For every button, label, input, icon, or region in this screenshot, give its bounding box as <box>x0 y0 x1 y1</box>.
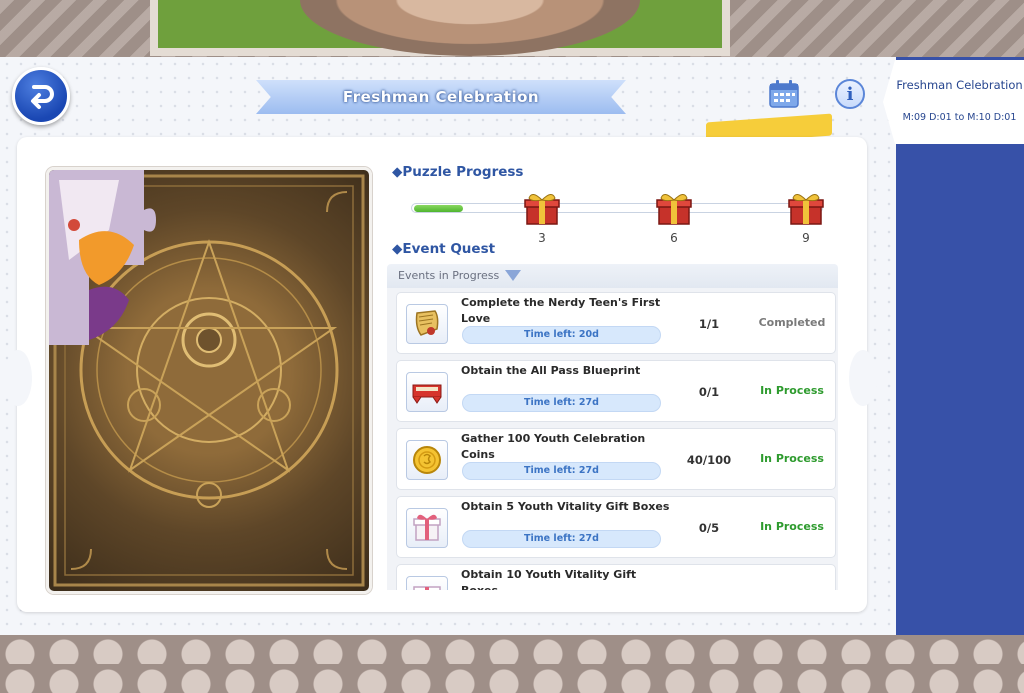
quest-name: Obtain the All Pass Blueprint <box>461 364 641 377</box>
quest-name: Gather 100 Youth Celebration Coins <box>461 432 646 461</box>
gold-coin-icon <box>406 440 448 480</box>
puzzle-progress-label: Puzzle Progress <box>402 164 524 180</box>
page-title: Freshman Celebration <box>342 88 540 106</box>
puzzle-progress-fill <box>414 205 463 212</box>
milestone-reward-1[interactable] <box>523 192 561 226</box>
quest-status: In Process <box>760 520 824 533</box>
diamond-bullet-icon: ◆ <box>392 241 403 257</box>
milestone-reward-2[interactable] <box>655 192 693 226</box>
sidebar-event-tab[interactable]: Freshman Celebration M:09 D:01 to M:10 D… <box>883 60 1024 144</box>
milestone-reward-3[interactable] <box>787 192 825 226</box>
quest-status: In Process <box>760 384 824 397</box>
milestone-label-2: 6 <box>670 231 678 245</box>
info-icon: i <box>846 83 854 105</box>
quest-row[interactable]: Obtain the All Pass Blueprint Time left:… <box>396 360 836 422</box>
background-cobblestone <box>0 634 1024 693</box>
sidebar-event-dates: M:09 D:01 to M:10 D:01 <box>902 112 1017 123</box>
quest-row[interactable]: Gather 100 Youth Celebration Coins Time … <box>396 428 836 490</box>
quest-filter-label: Events in Progress <box>398 269 500 282</box>
info-button[interactable]: i <box>835 79 865 109</box>
quest-progress: 40/100 <box>686 453 732 467</box>
puzzle-progress-title: ◆Puzzle Progress <box>392 164 523 180</box>
quest-name: Obtain 5 Youth Vitality Gift Boxes <box>461 500 670 513</box>
card-notch-left <box>4 350 32 406</box>
quest-time-left: Time left: 27d <box>462 530 661 548</box>
event-title-banner: Freshman Celebration <box>256 80 626 114</box>
event-quest-label: Event Quest <box>402 241 496 257</box>
gift-box-icon <box>788 194 824 225</box>
quest-status: In Process <box>760 452 824 465</box>
gift-box-icon <box>656 194 692 225</box>
quest-progress: 0/5 <box>698 521 720 535</box>
quest-name: Obtain 10 Youth Vitality Gift Boxes <box>461 568 637 590</box>
quest-status: Completed <box>758 316 826 329</box>
magic-circle-artwork <box>49 170 365 587</box>
quest-row[interactable]: Obtain 10 Youth Vitality Gift Boxes <box>396 564 836 590</box>
gift-box-icon <box>524 194 560 225</box>
scroll-icon <box>406 304 448 344</box>
milestone-label-1: 3 <box>538 231 546 245</box>
quest-row[interactable]: Complete the Nerdy Teen's First Love Tim… <box>396 292 836 354</box>
sidebar-event-name: Freshman Celebration <box>896 78 1023 92</box>
quest-progress: 0/1 <box>698 385 720 399</box>
gift-box-icon <box>406 508 448 548</box>
quest-filter-bar: Events in Progress <box>387 264 838 288</box>
back-button[interactable] <box>12 67 70 125</box>
puzzle-image <box>46 167 372 594</box>
return-arrow-icon <box>31 85 54 109</box>
calendar-icon <box>769 80 799 108</box>
quest-list[interactable]: Complete the Nerdy Teen's First Love Tim… <box>387 288 838 590</box>
diamond-bullet-icon: ◆ <box>392 164 403 180</box>
ticket-blueprint-icon <box>406 372 448 412</box>
puzzle-progress-track <box>411 203 823 213</box>
card-notch-right <box>849 350 877 406</box>
event-quest-title: ◆Event Quest <box>392 241 495 257</box>
quest-time-left: Time left: 27d <box>462 394 661 412</box>
quest-time-left: Time left: 20d <box>462 326 661 344</box>
quest-progress: 1/1 <box>698 317 720 331</box>
quest-name: Complete the Nerdy Teen's First Love <box>461 296 661 325</box>
quest-row[interactable]: Obtain 5 Youth Vitality Gift Boxes Time … <box>396 496 836 558</box>
calendar-button[interactable] <box>768 79 800 109</box>
gift-box-icon <box>406 576 448 590</box>
quest-time-left: Time left: 27d <box>462 462 661 480</box>
filter-dropdown-arrow-icon[interactable] <box>505 270 521 281</box>
milestone-label-3: 9 <box>802 231 810 245</box>
